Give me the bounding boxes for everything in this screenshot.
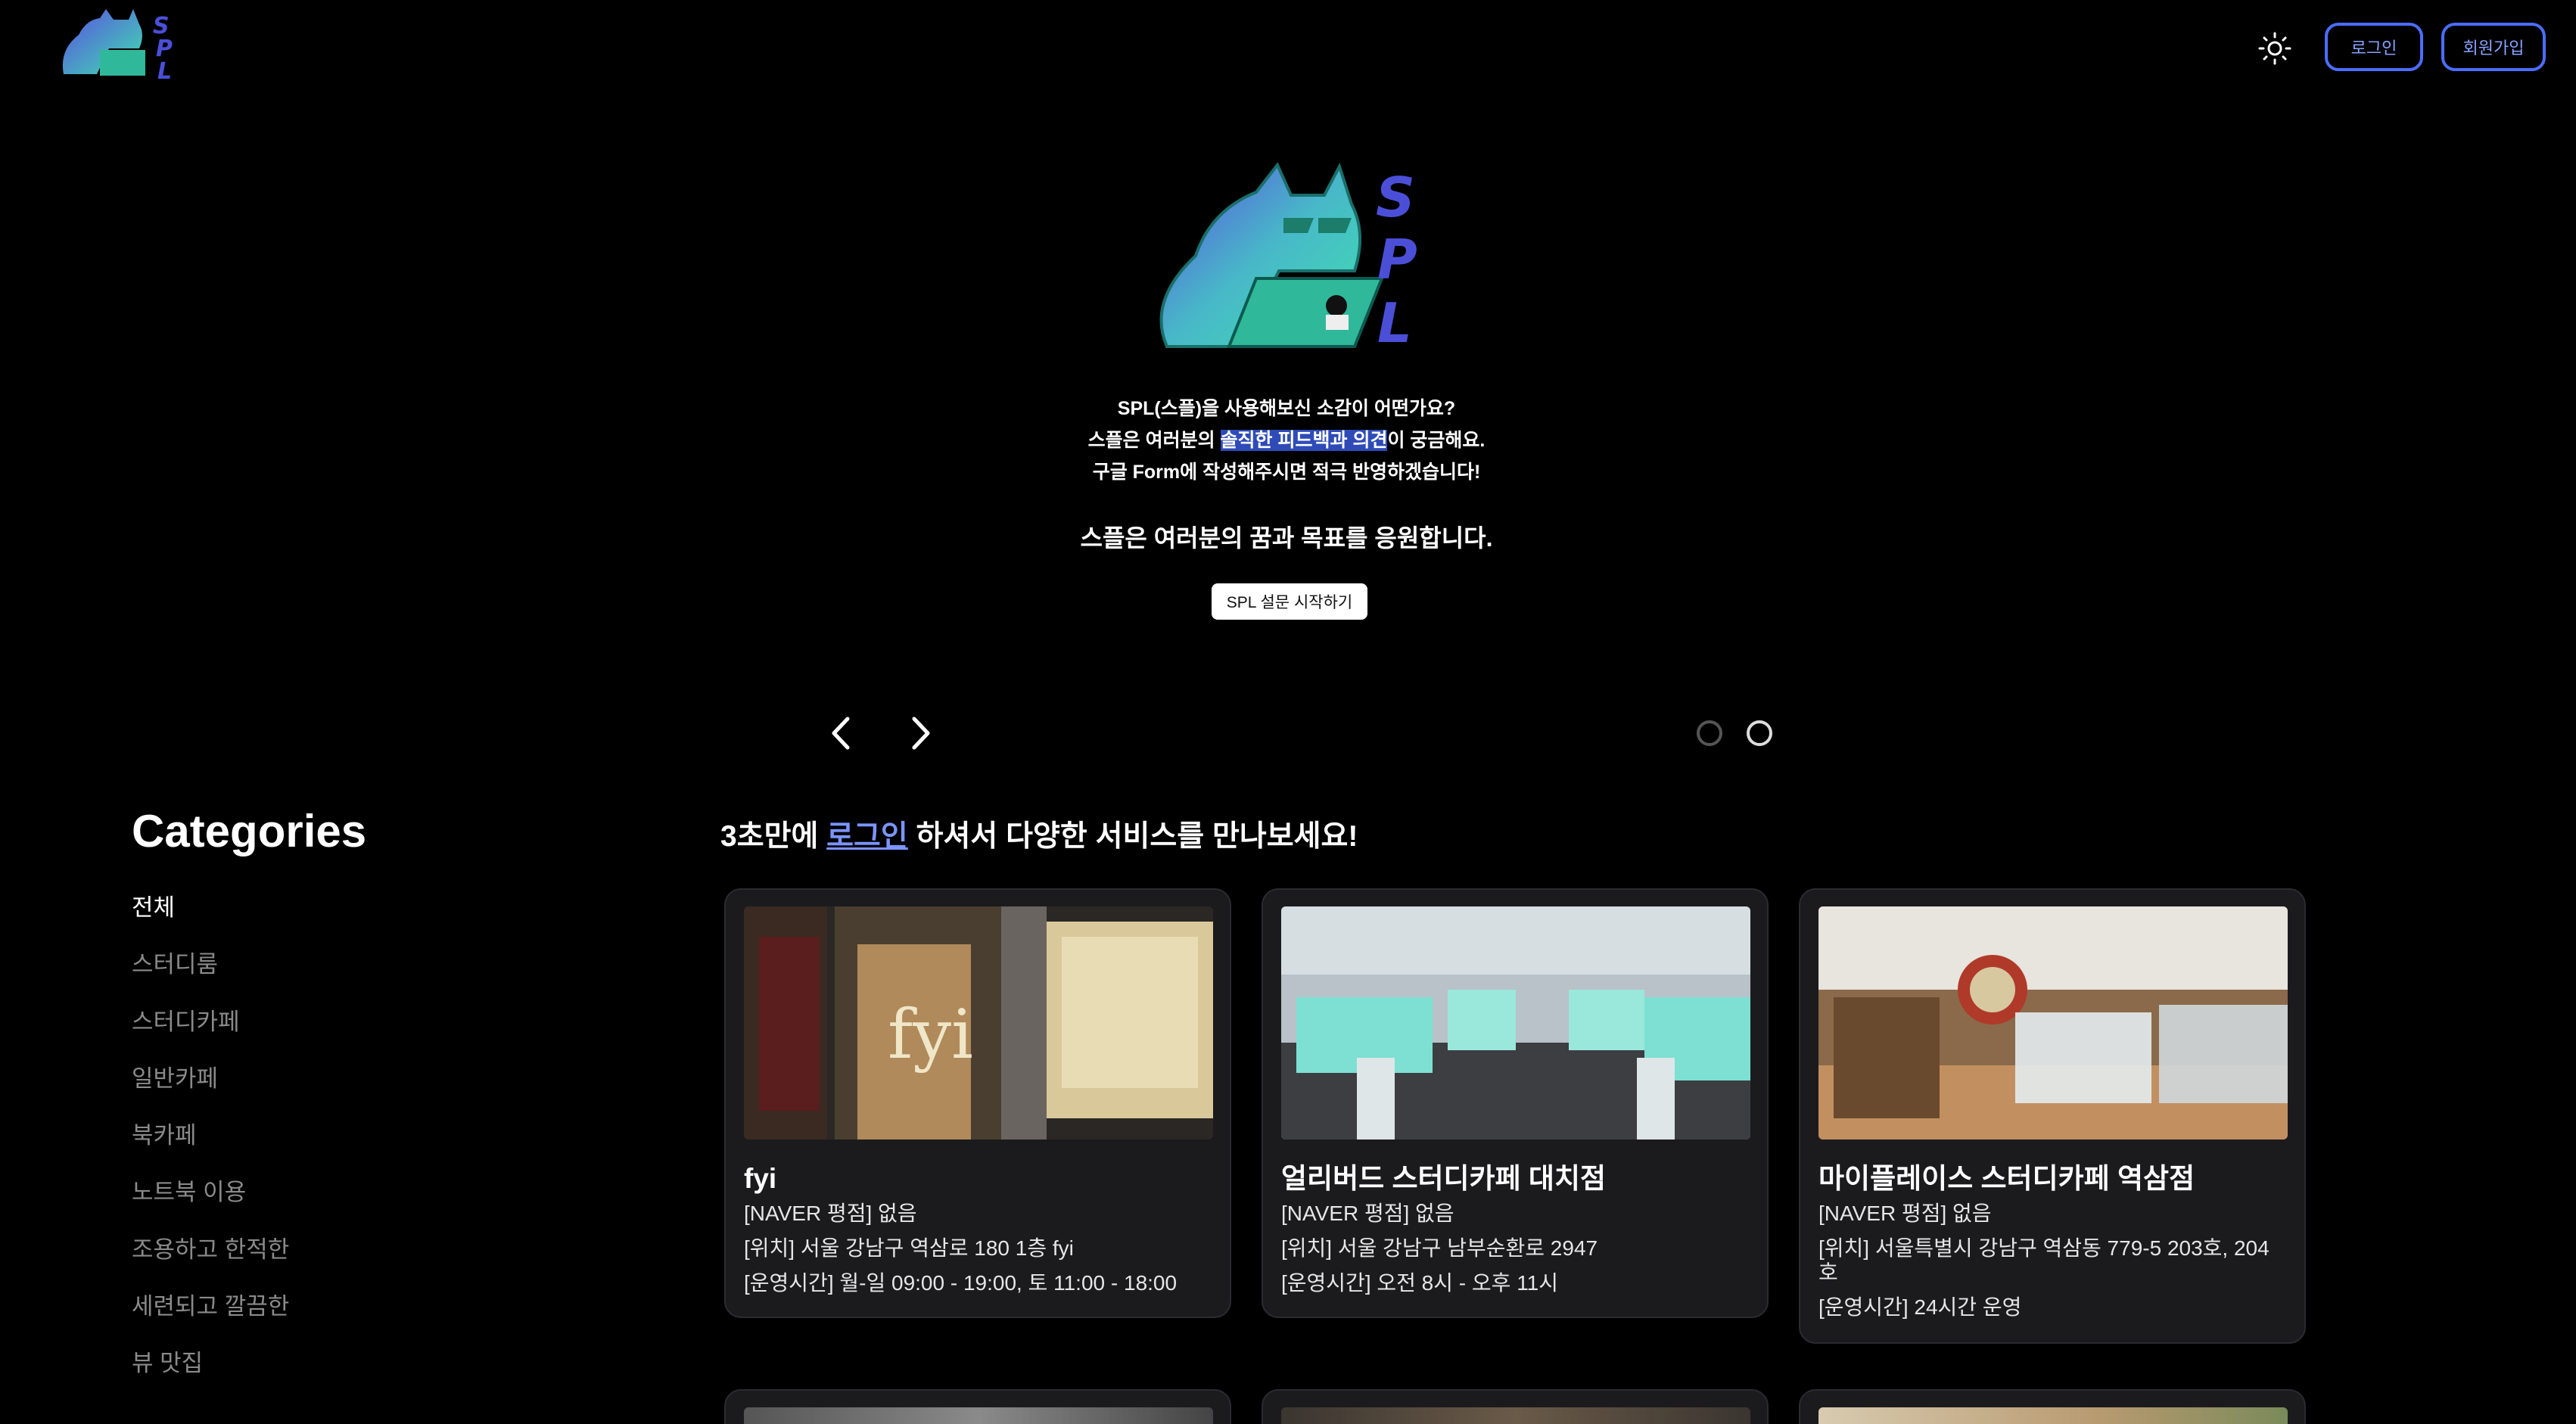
hero-slogan: 스플은 여러분의 꿈과 목표를 응원합니다. [1080,524,1493,552]
place-hours: [운영시간] 월-일 09:00 - 19:00, 토 11:00 - 18:0… [744,1271,1178,1295]
place-hours: [운영시간] 오전 8시 - 오후 11시 [1281,1271,1559,1295]
chevron-right-icon[interactable] [905,714,935,752]
place-location: [위치] 서울 강남구 남부순환로 2947 [1281,1236,1598,1260]
place-rating: [NAVER 평점] 없음 [1281,1202,1454,1225]
spl-logo-icon[interactable]: S P L [56,5,185,86]
login-button[interactable]: 로그인 [2325,23,2423,71]
hero-question: SPL(스플)을 사용해보신 소감이 어떤가요? [1117,398,1456,419]
place-photo [1818,906,2288,1140]
place-photo [1818,1407,2288,1424]
place-photo: fyi [744,906,1213,1140]
category-item-quiet[interactable]: 조용하고 한적한 [132,1232,289,1289]
place-rating: [NAVER 평점] 없음 [1818,1202,1992,1225]
svg-text:fyi: fyi [888,995,973,1074]
svg-text:S: S [1376,166,1415,229]
place-card[interactable] [1799,1389,2306,1424]
place-location: [위치] 서울특별시 강남구 역삼동 779-5 203호, 204호 [1818,1236,2270,1284]
category-item-laptop[interactable]: 노트북 이용 [132,1174,289,1231]
category-item-studycafe[interactable]: 스터디카페 [132,1004,289,1061]
category-list: 전체 스터디룸 스터디카페 일반카페 북카페 노트북 이용 조용하고 한적한 세… [132,890,289,1403]
hero-feedback-pre: 스플은 여러분의 [1087,430,1221,451]
place-card[interactable]: 마이플레이스 스터디카페 역삼점 [NAVER 평점] 없음 [위치] 서울특별… [1799,888,2306,1344]
categories-title: Categories [132,806,367,857]
carousel-dot-1[interactable] [1697,720,1722,746]
category-item-cafe[interactable]: 일반카페 [132,1061,289,1118]
chevron-left-icon[interactable] [826,714,857,752]
place-location: [위치] 서울 강남구 역삼로 180 1층 fyi [744,1236,1074,1260]
hero-form-line: 구글 Form에 작성해주시면 적극 반영하겠습니다! [1092,462,1481,483]
hero-feedback-post: 이 궁금해요. [1387,430,1486,451]
hero-feedback-highlight: 솔직한 피드백과 의견 [1220,430,1388,451]
category-item-studyroom[interactable]: 스터디룸 [132,947,289,1003]
login-promo: 3초만에 로그인 하셔서 다양한 서비스를 만나보세요! [720,813,1358,855]
place-card[interactable]: fyi fyi [NAVER 평점] 없음 [위치] 서울 강남구 역삼로 18… [724,888,1231,1318]
category-item-view[interactable]: 뷰 맛집 [132,1345,289,1402]
place-card[interactable] [1262,1389,1769,1424]
place-hours: [운영시간] 24시간 운영 [1818,1295,2022,1319]
place-rating: [NAVER 평점] 없음 [744,1202,917,1225]
place-photo [744,1407,1213,1424]
category-item-all[interactable]: 전체 [132,890,289,947]
page: S P L 로그인 회원가입 S P L SPL(스플)을 사용해보신 소감이 … [0,0,2576,1424]
svg-text:L: L [157,58,172,85]
svg-text:L: L [1377,291,1412,355]
place-card[interactable] [724,1389,1231,1424]
place-name: 얼리버드 스터디카페 대치점 [1281,1163,1607,1194]
carousel-dot-2-active[interactable] [1747,720,1772,746]
place-photo [1281,906,1750,1140]
spl-hero-logo-icon: S P L [1159,162,1417,355]
hero-feedback-line: 스플은 여러분의 솔직한 피드백과 의견이 궁금해요. [832,425,1741,452]
signup-button[interactable]: 회원가입 [2441,23,2546,71]
place-photo [1281,1407,1750,1424]
place-name: fyi [744,1163,777,1194]
place-card[interactable]: 얼리버드 스터디카페 대치점 [NAVER 평점] 없음 [위치] 서울 강남구… [1262,888,1769,1318]
promo-post: 하셔서 다양한 서비스를 만나보세요! [907,820,1358,853]
promo-login-link[interactable]: 로그인 [826,820,908,853]
category-item-bookcafe[interactable]: 북카페 [132,1118,289,1174]
sun-icon[interactable] [2258,32,2291,65]
promo-pre: 3초만에 [720,820,827,853]
category-item-stylish[interactable]: 세련되고 깔끔한 [132,1289,289,1345]
svg-text:P: P [1377,228,1417,291]
place-name: 마이플레이스 스터디카페 역삼점 [1818,1163,2195,1194]
survey-start-button[interactable]: SPL 설문 시작하기 [1212,583,1367,620]
